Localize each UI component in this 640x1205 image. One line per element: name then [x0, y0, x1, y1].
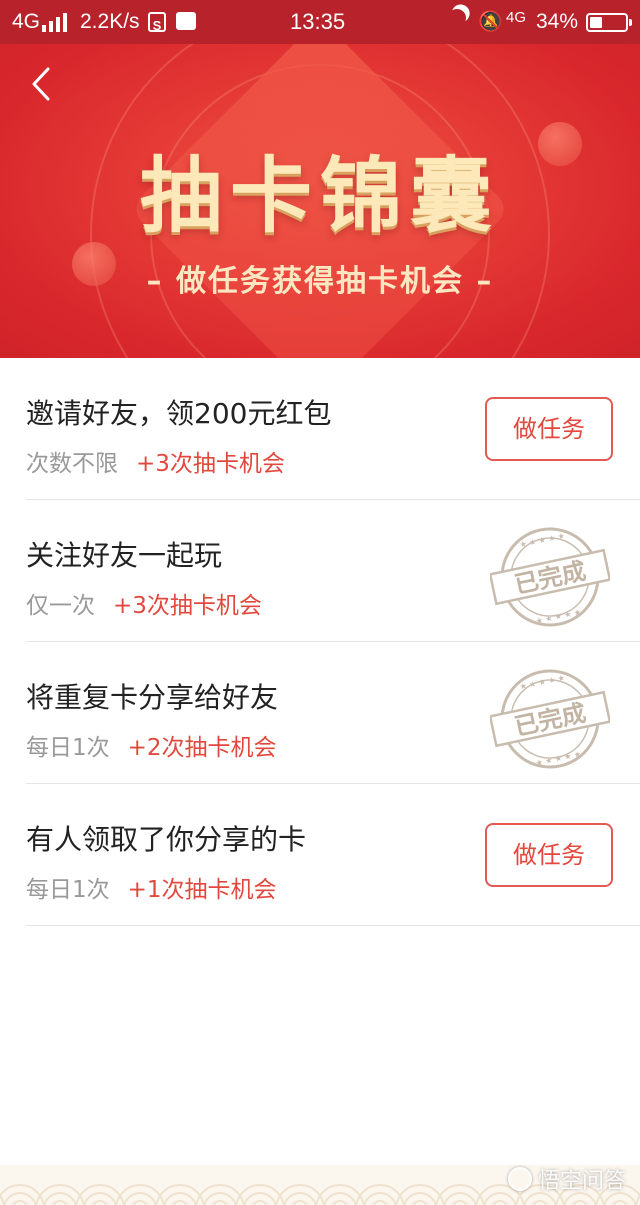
network-type: 4G [12, 10, 41, 33]
wave-arc [571, 1200, 589, 1205]
wave-arc [203, 1192, 237, 1205]
task-frequency-label: 每日1次 [26, 735, 110, 761]
task-frequency: 每日1次 +1次抽卡机会 [26, 870, 277, 904]
wave-arc [323, 1192, 357, 1205]
watermark-logo-icon [507, 1167, 532, 1191]
task-item-card-claimed: 有人领取了你分享的卡 每日1次 +1次抽卡机会 做任务 [26, 784, 640, 926]
wave-arc [291, 1200, 309, 1205]
do-task-button[interactable]: 做任务 [485, 397, 613, 461]
wave-arc [371, 1200, 389, 1205]
wave-arc [443, 1192, 477, 1205]
completed-stamp-icon: ★ ★ ★ ★ ★ ★ ★ ★ ★ ★ 已完成 [490, 669, 610, 769]
task-reward: +1次抽卡机会 [127, 877, 277, 903]
task-item-follow: 关注好友一起玩 仅一次 +3次抽卡机会 ★ ★ ★ ★ ★ ★ ★ ★ ★ ★ 已… [26, 500, 640, 642]
footer-wave-pattern: 悟空问答 [0, 1165, 640, 1205]
clock: 13:35 [290, 9, 346, 34]
battery-percent: 34% [536, 10, 579, 33]
watermark-text: 悟空问答 [537, 1169, 626, 1194]
task-title: 关注好友一起玩 [26, 539, 223, 572]
completed-stamp-icon: ★ ★ ★ ★ ★ ★ ★ ★ ★ ★ 已完成 [490, 527, 610, 627]
wave-arc [611, 1200, 629, 1205]
wave-arc [83, 1192, 117, 1205]
wave-arc [531, 1200, 549, 1205]
wave-arc [11, 1200, 29, 1205]
wave-arc [123, 1192, 157, 1205]
banner-title: 抽卡锦囊 [139, 149, 500, 244]
s-app-icon: S [148, 12, 166, 33]
wave-arc [635, 1194, 640, 1205]
task-frequency: 次数不限 +3次抽卡机会 [26, 444, 285, 478]
wave-arc [451, 1200, 469, 1205]
task-title: 邀请好友，领200元红包 [26, 397, 332, 430]
header-banner: 抽卡锦囊 – 做任务获得抽卡机会 – [0, 44, 640, 358]
battery-icon [586, 13, 632, 32]
wave-arc [331, 1200, 349, 1205]
mute-bell-icon: 🔕 [478, 11, 503, 33]
task-frequency-label: 每日1次 [26, 877, 110, 903]
back-arrow-icon[interactable] [28, 66, 58, 102]
wave-arc [43, 1192, 77, 1205]
network-speed: 2.2K/s [80, 10, 140, 33]
task-reward: +3次抽卡机会 [113, 593, 262, 619]
task-title: 将重复卡分享给好友 [26, 681, 279, 714]
wave-arc [3, 1192, 37, 1205]
wave-arc [251, 1200, 269, 1205]
wave-arc [283, 1192, 317, 1205]
task-item-invite: 邀请好友，领200元红包 次数不限 +3次抽卡机会 做任务 [26, 358, 640, 500]
do-task-button[interactable]: 做任务 [485, 823, 613, 887]
watermark: 悟空问答 [507, 1165, 626, 1195]
wave-arc [51, 1200, 69, 1205]
task-frequency: 每日1次 +2次抽卡机会 [26, 728, 277, 762]
wave-arc [403, 1192, 437, 1205]
wave-arc [411, 1200, 429, 1205]
task-frequency-label: 仅一次 [26, 593, 95, 619]
wave-arc [363, 1192, 397, 1205]
wave-arc [171, 1200, 189, 1205]
task-item-share-duplicate: 将重复卡分享给好友 每日1次 +2次抽卡机会 ★ ★ ★ ★ ★ ★ ★ ★ ★ … [26, 642, 640, 784]
do-not-disturb-icon [445, 6, 468, 29]
gallery-icon [176, 12, 196, 30]
wave-arc [91, 1200, 109, 1205]
task-frequency-label: 次数不限 [26, 451, 118, 477]
wave-arc [211, 1200, 229, 1205]
wave-arc [131, 1200, 149, 1205]
wave-arc [491, 1200, 509, 1205]
banner-subtitle: – 做任务获得抽卡机会 – [146, 264, 494, 299]
wave-arc [243, 1192, 277, 1205]
signal-icon [42, 12, 67, 32]
task-list: 邀请好友，领200元红包 次数不限 +3次抽卡机会 做任务 关注好友一起玩 仅一次… [0, 358, 640, 926]
task-reward: +2次抽卡机会 [127, 735, 277, 761]
task-frequency: 仅一次 +3次抽卡机会 [26, 586, 262, 620]
task-title: 有人领取了你分享的卡 [26, 823, 307, 856]
network-type-right: 4G [506, 9, 527, 26]
wave-arc [163, 1192, 197, 1205]
task-reward: +3次抽卡机会 [136, 451, 285, 477]
status-bar: 4G 2.2K/s S 13:35 🔕 4G 34% [0, 0, 640, 44]
